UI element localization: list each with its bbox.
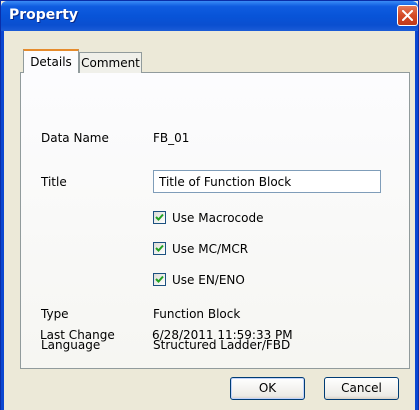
tab-comment-label: Comment (81, 56, 140, 70)
check-mark-icon (155, 275, 164, 283)
tab-comment[interactable]: Comment (79, 52, 142, 73)
check-mark-icon (155, 244, 164, 252)
window-title: Property (9, 7, 79, 23)
tab-details-label: Details (30, 55, 72, 69)
title-bar[interactable]: Property (1, 1, 418, 31)
checkbox-box[interactable] (153, 242, 166, 255)
use-en-eno-label: Use EN/ENO (172, 273, 245, 287)
data-name-value: FB_01 (153, 131, 190, 145)
details-panel: Data Name FB_01 Title Use Macrocode (20, 72, 410, 369)
data-name-label: Data Name (41, 131, 109, 145)
window-frame-right (415, 31, 418, 410)
ok-button[interactable]: OK (230, 377, 305, 400)
close-button[interactable] (397, 5, 418, 26)
use-mc-mcr-label: Use MC/MCR (172, 242, 249, 256)
type-value: Function Block (153, 307, 241, 321)
check-mark-icon (155, 213, 164, 221)
title-label: Title (41, 175, 67, 189)
last-change-label: Last Change (40, 328, 115, 342)
property-dialog: Property Details Comment Data Name FB_01… (0, 0, 419, 410)
cancel-button[interactable]: Cancel (324, 377, 399, 400)
use-macrocode-label: Use Macrocode (172, 211, 264, 225)
checkbox-box[interactable] (153, 273, 166, 286)
type-label: Type (41, 307, 69, 321)
close-icon (402, 10, 413, 21)
last-change-value: 6/28/2011 11:59:33 PM (152, 328, 293, 342)
checkbox-box[interactable] (153, 211, 166, 224)
dialog-client-area: Details Comment Data Name FB_01 Title Us… (4, 31, 415, 410)
title-input[interactable] (153, 170, 381, 193)
tab-details[interactable]: Details (23, 49, 79, 73)
